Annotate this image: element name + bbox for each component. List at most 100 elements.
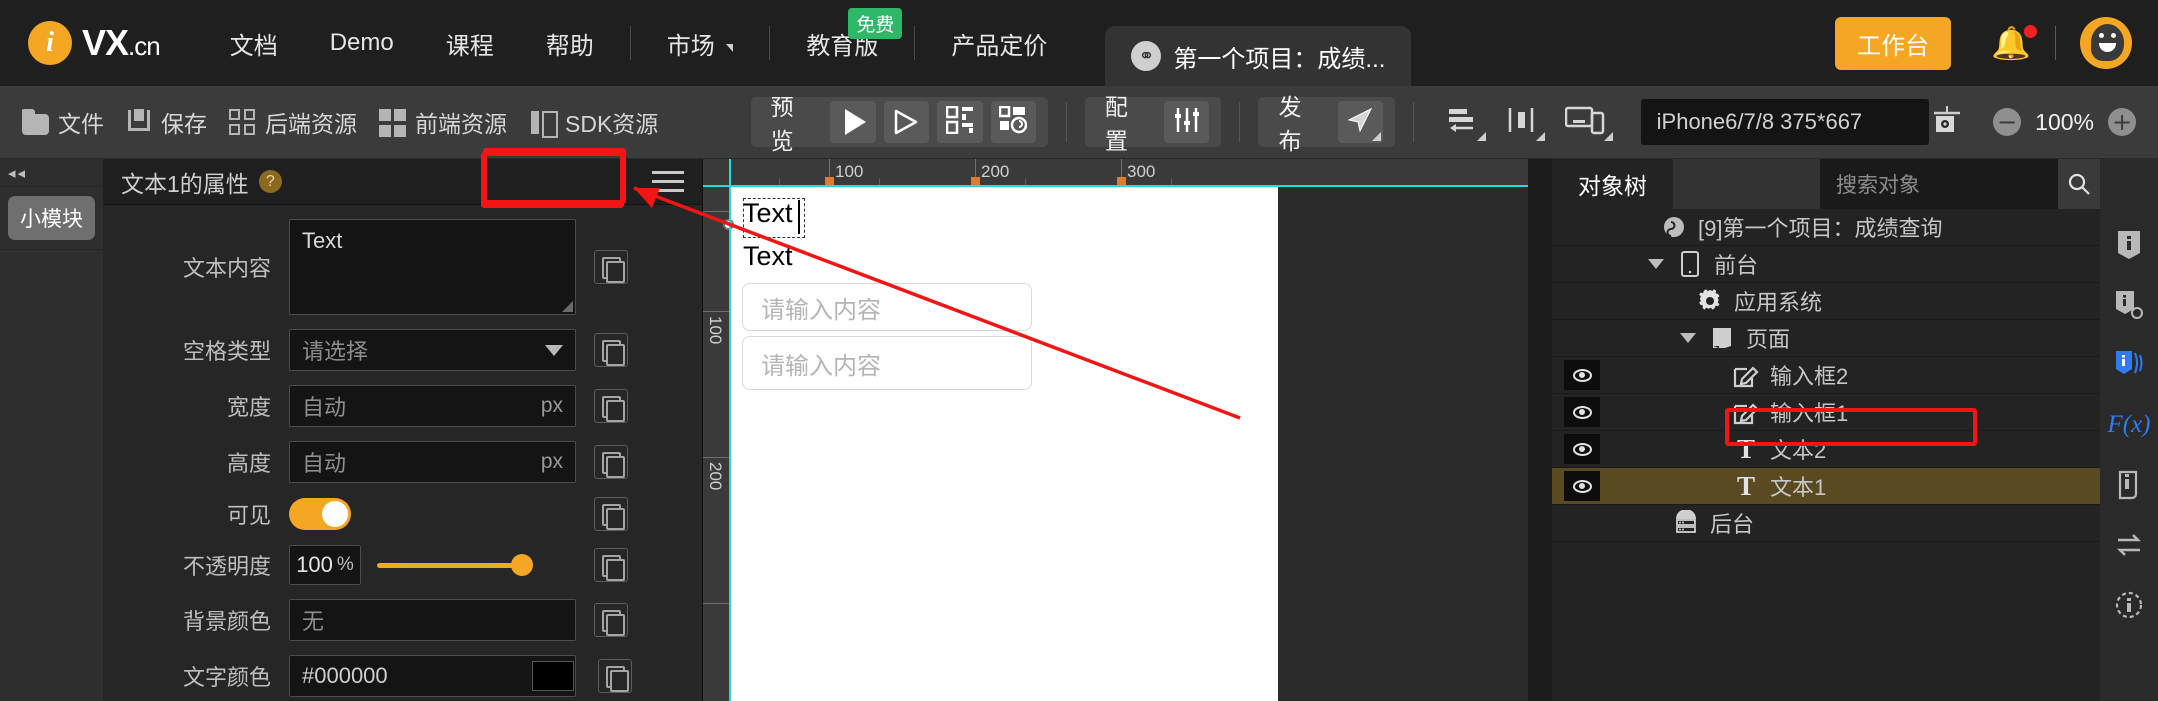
workbench-button[interactable]: 工作台 [1835, 16, 1952, 70]
nav-divider [769, 26, 771, 60]
toolbar-divider [1413, 102, 1414, 142]
copy-opacity-button[interactable] [594, 548, 628, 582]
toolbar-sdk-resource[interactable]: SDK资源 [529, 105, 658, 139]
publish-label: 发布 [1278, 94, 1302, 154]
qrcode-app-icon [998, 105, 1028, 139]
nav-item-market-label: 市场 [666, 32, 715, 60]
nav-divider [629, 26, 631, 60]
copy-space-type-button[interactable] [594, 333, 628, 367]
comment-blue-icon[interactable] [2109, 343, 2149, 387]
nav-item-demo[interactable]: Demo [304, 29, 420, 57]
screenshot-icon[interactable] [1929, 105, 1965, 139]
nav-item-market[interactable]: 市场 [641, 26, 760, 61]
copy-device-icon[interactable] [2109, 463, 2149, 507]
history-icon[interactable] [2109, 583, 2149, 627]
visible-toggle[interactable] [289, 498, 351, 530]
canvas-input2[interactable]: 请输入内容 [742, 336, 1032, 390]
nav-item-pricing[interactable]: 产品定价 [925, 26, 1073, 61]
property-row-background-color: 背景颜色 无 [103, 599, 702, 641]
toolbar-frontend-resource[interactable]: 前端资源 [379, 105, 507, 139]
swap-icon[interactable] [2109, 523, 2149, 567]
visibility-eye-icon[interactable] [1564, 471, 1600, 501]
search-icon[interactable] [2058, 159, 2100, 209]
height-input[interactable]: 自动 px [289, 441, 576, 483]
ruler-left[interactable]: 100 200 [703, 186, 730, 701]
tree-node-app-system[interactable]: 应用系统 [1552, 283, 2100, 320]
right-icon-rail: F(x) [2100, 159, 2158, 701]
project-tab[interactable]: ⚭ 第一个项目：成绩... [1105, 26, 1412, 86]
publish-send-button[interactable] [1337, 101, 1384, 143]
nav-item-help[interactable]: 帮助 [520, 26, 620, 61]
canvas-text2[interactable]: Text [743, 241, 793, 271]
device-selector[interactable]: iPhone6/7/8 375*667 [1640, 99, 1930, 145]
search-input[interactable]: 搜索对象 [1836, 169, 1920, 199]
tree-node-project[interactable]: [9]第一个项目：成绩查询 [1552, 209, 2100, 246]
brand-logo[interactable]: i VX.cn [28, 21, 161, 65]
chevron-down-icon[interactable] [1680, 333, 1696, 343]
search-object-field[interactable]: 搜索对象 [1820, 159, 2100, 209]
canvas-input1[interactable]: 请输入内容 [742, 283, 1032, 331]
info-stack-icon[interactable] [2109, 283, 2149, 327]
project-icon: ⚭ [1131, 41, 1162, 71]
tree-header: 对象树 搜索对象 [1552, 159, 2100, 209]
toolbar-file[interactable]: 文件 [22, 105, 104, 139]
toolbar-backend-resource[interactable]: 后端资源 [229, 105, 357, 139]
chevron-down-icon[interactable] [1648, 259, 1664, 269]
ruler-mark-200: 200 [981, 162, 1010, 181]
tree-node-input2[interactable]: 输入框2 [1552, 357, 2100, 394]
visibility-eye-icon[interactable] [1564, 434, 1600, 464]
slider-thumb[interactable] [511, 554, 533, 576]
tree-node-backend[interactable]: 后台 [1552, 505, 2100, 542]
nav-item-education[interactable]: 教育版 免费 [780, 7, 904, 61]
copy-background-color-button[interactable] [594, 603, 628, 637]
width-input[interactable]: 自动 px [289, 385, 576, 427]
config-sliders-button[interactable] [1164, 101, 1210, 143]
nav-item-courses[interactable]: 课程 [420, 26, 520, 61]
tree-node-frontend[interactable]: 前台 [1552, 246, 2100, 283]
text-color-value: #000000 [302, 663, 388, 688]
copy-height-button[interactable] [594, 445, 628, 479]
text-color-swatch[interactable] [532, 661, 574, 691]
tree-node-text1[interactable]: T 文本1 [1552, 468, 2100, 505]
align-button[interactable] [1436, 101, 1488, 143]
background-color-input[interactable]: 无 [289, 599, 576, 641]
toolbar-right-group: − 100% + [1929, 105, 2136, 139]
visibility-eye-icon[interactable] [1564, 360, 1600, 390]
small-module-button[interactable]: 小模块 [8, 196, 95, 240]
copy-visible-button[interactable] [594, 497, 628, 531]
copy-width-button[interactable] [594, 389, 628, 423]
function-icon[interactable]: F(x) [2107, 403, 2150, 447]
height-unit: px [540, 450, 563, 473]
info-icon[interactable] [2109, 223, 2149, 267]
menu-icon[interactable] [652, 165, 684, 198]
collapse-panel-button[interactable]: ◂◂ [0, 159, 103, 187]
qrcode-button[interactable] [937, 101, 983, 143]
device-preview-button[interactable] [1555, 101, 1614, 143]
tab-object-tree[interactable]: 对象树 [1552, 159, 1673, 209]
visibility-eye-icon[interactable] [1564, 397, 1600, 427]
tree-node-page[interactable]: 页面 [1552, 320, 2100, 357]
nav-item-docs[interactable]: 文档 [204, 26, 304, 61]
edit-icon [1732, 362, 1760, 388]
avatar[interactable] [2080, 17, 2132, 69]
notification-bell[interactable]: 🔔 [1991, 25, 2037, 59]
phone-canvas[interactable]: Text Text 请输入内容 请输入内容 [730, 186, 1278, 701]
preview-play-outline-button[interactable] [883, 101, 930, 143]
qrcode-app-button[interactable] [990, 101, 1036, 143]
canvas-text2-wrap[interactable]: Text [743, 241, 793, 272]
preview-play-button[interactable] [830, 101, 876, 143]
help-icon[interactable]: ? [258, 170, 282, 193]
opacity-slider[interactable] [377, 551, 533, 579]
space-type-select[interactable]: 请选择 [289, 329, 576, 371]
distribute-button[interactable] [1496, 101, 1548, 143]
toolbar-save[interactable]: 保存 [126, 105, 207, 139]
ruler-top[interactable]: 100 200 300 [703, 159, 1528, 186]
zoom-out-button[interactable]: − [1993, 108, 2022, 136]
copy-text-content-button[interactable] [594, 250, 628, 284]
preview-label: 预览 [770, 94, 794, 154]
zoom-in-button[interactable]: + [2108, 108, 2136, 136]
text-content-textarea[interactable]: Text [289, 219, 576, 315]
opacity-input[interactable]: 100 % [289, 545, 361, 585]
copy-text-color-button[interactable] [598, 659, 632, 693]
canvas-area[interactable]: Text Text 请输入内容 请输入内容 100 200 300 100 20… [481, 152, 1528, 701]
